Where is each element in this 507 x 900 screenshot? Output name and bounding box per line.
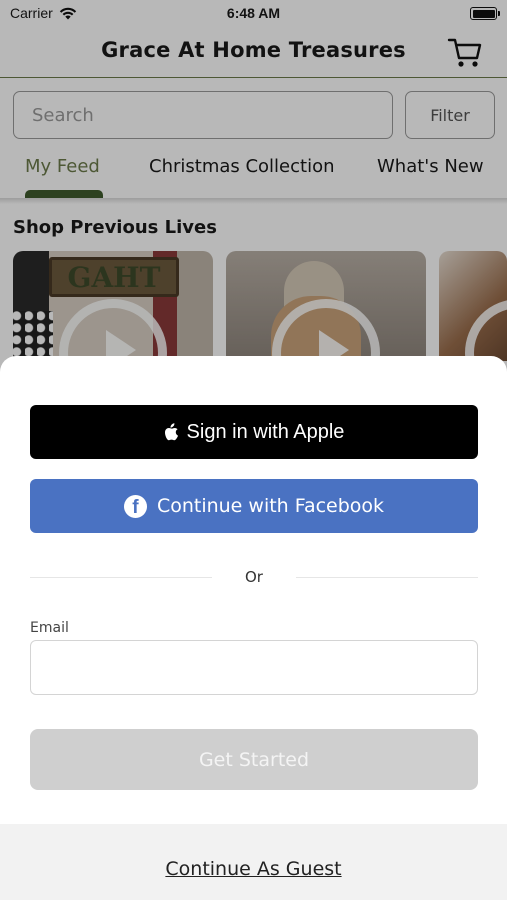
- email-field[interactable]: [30, 640, 478, 695]
- sign-in-sheet: Sign in with Apple f Continue with Faceb…: [0, 356, 507, 900]
- divider-line-right: [296, 577, 478, 578]
- continue-with-facebook-button[interactable]: f Continue with Facebook: [30, 479, 478, 533]
- email-label: Email: [30, 620, 69, 636]
- sign-in-with-apple-button[interactable]: Sign in with Apple: [30, 405, 478, 459]
- apple-button-label: Sign in with Apple: [186, 420, 345, 443]
- facebook-button-label: Continue with Facebook: [156, 495, 385, 517]
- guest-footer: Continue As Guest: [0, 824, 507, 900]
- or-divider: Or: [30, 566, 478, 590]
- facebook-icon: f: [123, 494, 147, 518]
- apple-icon: [164, 423, 178, 441]
- continue-as-guest-link[interactable]: Continue As Guest: [0, 858, 507, 880]
- get-started-button[interactable]: Get Started: [30, 729, 478, 790]
